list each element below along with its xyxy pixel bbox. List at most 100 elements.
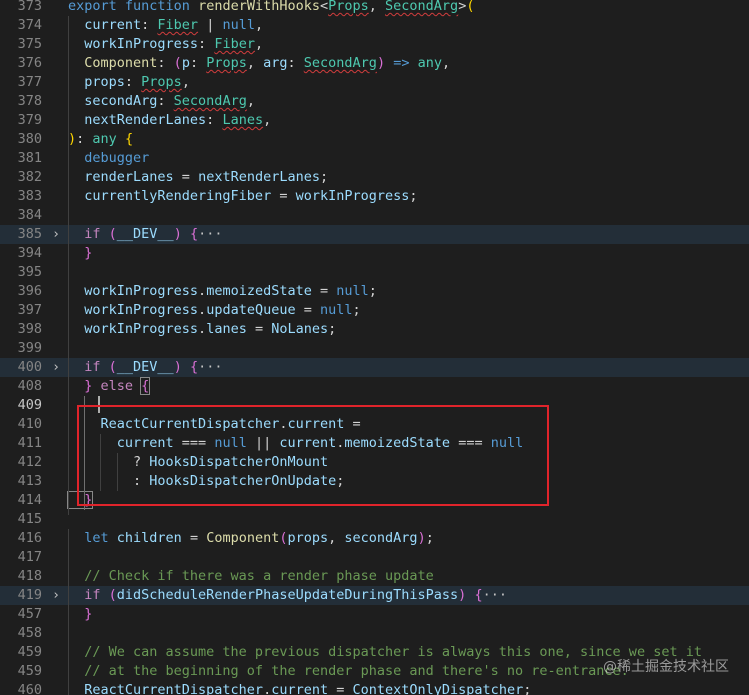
code-line[interactable]: 418 // Check if there was a render phase…: [0, 567, 749, 586]
code-line[interactable]: 380): any {: [0, 130, 749, 149]
code-text: workInProgress: Fiber,: [68, 35, 263, 54]
code-token: }: [68, 378, 93, 394]
code-line[interactable]: 378 secondArg: SecondArg,: [0, 92, 749, 111]
code-line[interactable]: 409: [0, 396, 749, 415]
code-token: ;: [523, 682, 532, 695]
code-text: debugger: [68, 149, 149, 168]
fold-chevron-icon[interactable]: ›: [50, 358, 62, 377]
code-line[interactable]: 460 ReactCurrentDispatcher.current = Con…: [0, 681, 749, 695]
code-text: if (__DEV__) {···: [68, 225, 222, 244]
code-line[interactable]: 379 nextRenderLanes: Lanes,: [0, 111, 749, 130]
code-text: : HooksDispatcherOnUpdate;: [68, 472, 344, 491]
code-line[interactable]: 375 workInProgress: Fiber,: [0, 35, 749, 54]
code-text: props: Props,: [68, 73, 190, 92]
code-line[interactable]: 395: [0, 263, 749, 282]
code-line[interactable]: 385 › if (__DEV__) {···: [0, 225, 749, 244]
code-token: SecondArg: [303, 55, 377, 71]
code-line[interactable]: 374 current: Fiber | null,: [0, 16, 749, 35]
code-token: {: [124, 131, 134, 147]
code-token: null: [214, 435, 247, 451]
code-line[interactable]: 413 : HooksDispatcherOnUpdate;: [0, 472, 749, 491]
line-number: 400: [17, 359, 42, 375]
code-line[interactable]: 382 renderLanes = nextRenderLanes;: [0, 168, 749, 187]
code-token: {: [189, 359, 199, 375]
code-text: }: [68, 244, 92, 263]
code-token: ,: [246, 93, 255, 109]
code-token: <: [319, 0, 329, 14]
indent-guide-active: [84, 396, 85, 510]
code-token: |: [198, 17, 223, 33]
code-token: Props: [328, 0, 369, 14]
code-text: // Check if there was a render phase upd…: [68, 567, 434, 586]
code-line[interactable]: 412 ? HooksDispatcherOnMount: [0, 453, 749, 472]
code-token: children: [116, 530, 182, 546]
code-token: ;: [352, 302, 361, 318]
code-token: =: [311, 283, 337, 299]
code-text: ? HooksDispatcherOnMount: [68, 453, 328, 472]
line-number: 417: [17, 549, 42, 565]
code-line[interactable]: 416 let children = Component(props, seco…: [0, 529, 749, 548]
code-line[interactable]: 381 debugger: [0, 149, 749, 168]
code-line[interactable]: 414 }: [0, 491, 749, 510]
code-token: workInProgress: [68, 321, 199, 337]
code-line[interactable]: 398 workInProgress.lanes = NoLanes;: [0, 320, 749, 339]
code-line[interactable]: 383 currentlyRenderingFiber = workInProg…: [0, 187, 749, 206]
code-line[interactable]: 373 export function renderWithHooks<Props…: [0, 0, 749, 16]
code-line[interactable]: 457 }: [0, 605, 749, 624]
code-editor[interactable]: 373 export function renderWithHooks<Props…: [0, 0, 749, 695]
line-number: 382: [17, 169, 42, 185]
code-line[interactable]: 410 ReactCurrentDispatcher.current =: [0, 415, 749, 434]
line-number: 398: [17, 321, 42, 337]
line-number: 376: [17, 55, 42, 71]
code-token: didScheduleRenderPhaseUpdateDuringThisPa…: [116, 587, 459, 603]
code-token: lanes: [206, 321, 247, 337]
code-token: {: [189, 226, 199, 242]
code-token: let: [68, 530, 117, 546]
code-token: :: [206, 112, 223, 128]
code-token: ?: [68, 454, 150, 470]
code-line[interactable]: 415: [0, 510, 749, 529]
code-token: ;: [328, 321, 337, 337]
code-text: nextRenderLanes: Lanes,: [68, 111, 271, 130]
code-text: ReactCurrentDispatcher.current = Context…: [68, 681, 531, 695]
watermark: @稀土掘金技术社区: [603, 659, 729, 675]
code-line[interactable]: 399: [0, 339, 749, 358]
code-line[interactable]: 397 workInProgress.updateQueue = null;: [0, 301, 749, 320]
line-number: 459: [17, 644, 42, 660]
fold-chevron-icon[interactable]: ›: [50, 225, 62, 244]
code-line[interactable]: 394 }: [0, 244, 749, 263]
code-text: }: [68, 605, 92, 624]
code-line[interactable]: 384: [0, 206, 749, 225]
code-token: {: [140, 377, 151, 395]
code-line[interactable]: 400 › if (__DEV__) {···: [0, 358, 749, 377]
fold-chevron-icon[interactable]: ›: [50, 586, 62, 605]
line-number: 418: [17, 568, 42, 584]
code-line[interactable]: 377 props: Props,: [0, 73, 749, 92]
code-line[interactable]: 458: [0, 624, 749, 643]
code-text: Component: (p: Props, arg: SecondArg) =>…: [68, 54, 450, 73]
line-number: 380: [17, 131, 42, 147]
code-token: if: [68, 226, 109, 242]
line-number: 411: [17, 435, 42, 451]
line-number: 457: [17, 606, 42, 622]
code-token: :: [157, 55, 174, 71]
code-line[interactable]: 419 › if (didScheduleRenderPhaseUpdateDur…: [0, 586, 749, 605]
code-token: }: [68, 606, 93, 622]
code-token: current: [279, 435, 337, 451]
code-token: null: [222, 17, 255, 33]
code-token: (: [173, 55, 182, 71]
code-line[interactable]: 396 workInProgress.memoizedState = null;: [0, 282, 749, 301]
code-line[interactable]: 411 current === null || current.memoized…: [0, 434, 749, 453]
code-line[interactable]: 376 Component: (p: Props, arg: SecondArg…: [0, 54, 749, 73]
code-text: if (__DEV__) {···: [68, 358, 222, 377]
code-token: NoLanes: [271, 321, 329, 337]
code-token: Component: [68, 55, 158, 71]
code-token: :: [189, 55, 207, 71]
code-token: SecondArg: [385, 0, 459, 14]
code-text: workInProgress.updateQueue = null;: [68, 301, 361, 320]
code-line[interactable]: 417: [0, 548, 749, 567]
code-token: ···: [482, 587, 507, 603]
code-line[interactable]: 408 } else {: [0, 377, 749, 396]
line-number: 410: [17, 416, 42, 432]
